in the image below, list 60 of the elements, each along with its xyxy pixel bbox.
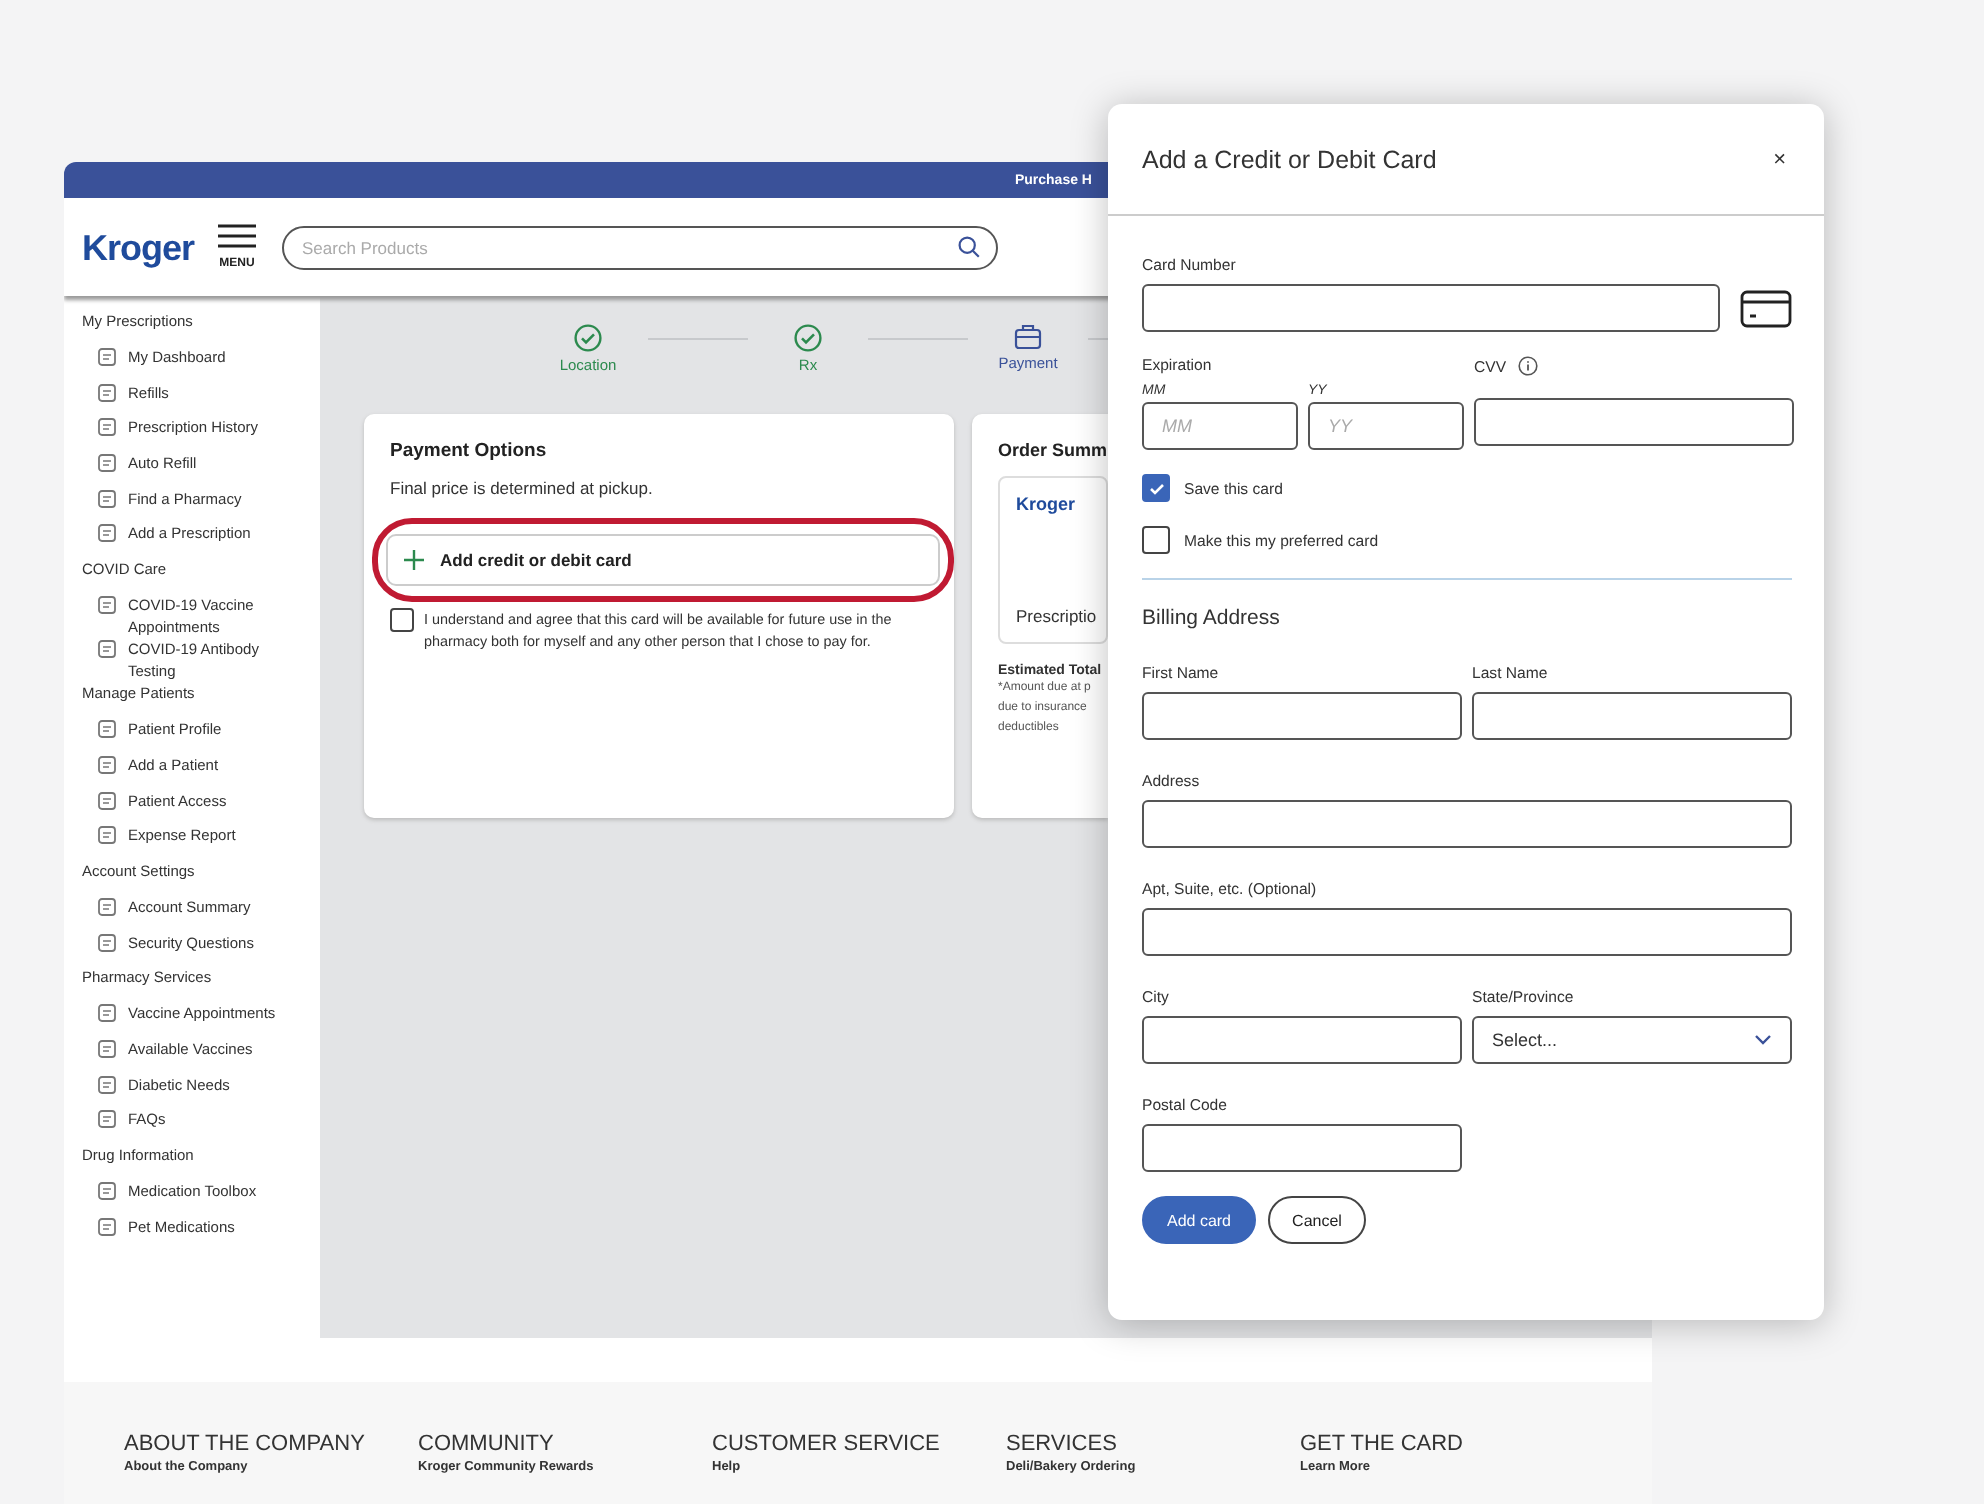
search-field[interactable]: Search Products (282, 225, 999, 269)
month-field[interactable]: MM (1142, 402, 1298, 450)
footer-heading: COMMUNITY (418, 1432, 556, 1456)
outline-page-icon (98, 1039, 116, 1058)
check-circle-icon (794, 324, 822, 352)
checkbox[interactable] (1142, 526, 1170, 554)
outline-page-icon (98, 897, 116, 916)
add-card-button[interactable]: Add credit or debit card (386, 534, 940, 586)
postal-code-field[interactable] (1142, 1124, 1462, 1172)
dialog-title: Add a Credit or Debit Card (1142, 145, 1437, 173)
card-title: Order Summ (998, 440, 1108, 460)
card-title: Payment Options (390, 440, 549, 462)
address-field[interactable] (1142, 800, 1792, 848)
footer-heading: GET THE CARD (1300, 1432, 1465, 1456)
outline-page-icon (98, 791, 116, 809)
card-number-field[interactable] (1142, 284, 1720, 332)
outline-page-icon (98, 418, 116, 437)
outline-page-icon (98, 1182, 116, 1200)
outline-page-icon (98, 383, 116, 402)
briefcase-icon (1014, 324, 1042, 350)
last-name-field[interactable] (1472, 692, 1792, 740)
first-name-field[interactable] (1142, 692, 1462, 740)
year-field[interactable]: YY (1308, 402, 1464, 450)
outline-page-icon (98, 1004, 116, 1023)
outline-page-icon (98, 1075, 116, 1094)
footer-heading: ABOUT THE COMPANY (124, 1432, 367, 1456)
section-title: Billing Address (1142, 606, 1282, 630)
state-select[interactable]: Select... (1472, 1016, 1792, 1064)
outline-page-icon (98, 524, 116, 543)
outline-page-icon (98, 454, 116, 473)
add-card-button[interactable]: Add card (1142, 1196, 1256, 1244)
price-note: Final price is determined at pickup. (390, 478, 655, 498)
search-icon[interactable] (958, 236, 981, 258)
city-field[interactable] (1142, 1016, 1462, 1064)
credit-card-icon (1740, 289, 1792, 327)
outline-page-icon (98, 348, 116, 366)
cancel-button[interactable]: Cancel (1268, 1196, 1366, 1244)
footer-heading: SERVICES (1006, 1432, 1119, 1456)
chevron-down-icon (1754, 1034, 1772, 1046)
kroger-logo: Kroger (1016, 494, 1078, 514)
outline-page-icon (98, 720, 116, 739)
outline-page-icon (98, 489, 116, 508)
close-button[interactable]: × (1769, 143, 1790, 175)
check-icon (1147, 479, 1165, 497)
info-icon[interactable] (1518, 356, 1539, 376)
outline-page-icon (98, 755, 116, 774)
kroger-logo[interactable]: Kroger (82, 225, 195, 269)
agreement-checkbox[interactable] (390, 608, 414, 632)
cvv-field[interactable] (1474, 398, 1794, 446)
outline-page-icon (98, 1110, 116, 1129)
footer-heading: CUSTOMER SERVICE (712, 1432, 942, 1456)
check-circle-icon (574, 324, 602, 352)
outline-page-icon (98, 826, 116, 845)
apartment-field[interactable] (1142, 908, 1792, 956)
outline-page-icon (98, 596, 116, 615)
outline-page-icon (98, 933, 116, 952)
plus-icon (404, 550, 424, 570)
outline-page-icon (98, 640, 116, 659)
checkbox[interactable] (1142, 474, 1170, 502)
outline-page-icon (98, 1217, 116, 1236)
